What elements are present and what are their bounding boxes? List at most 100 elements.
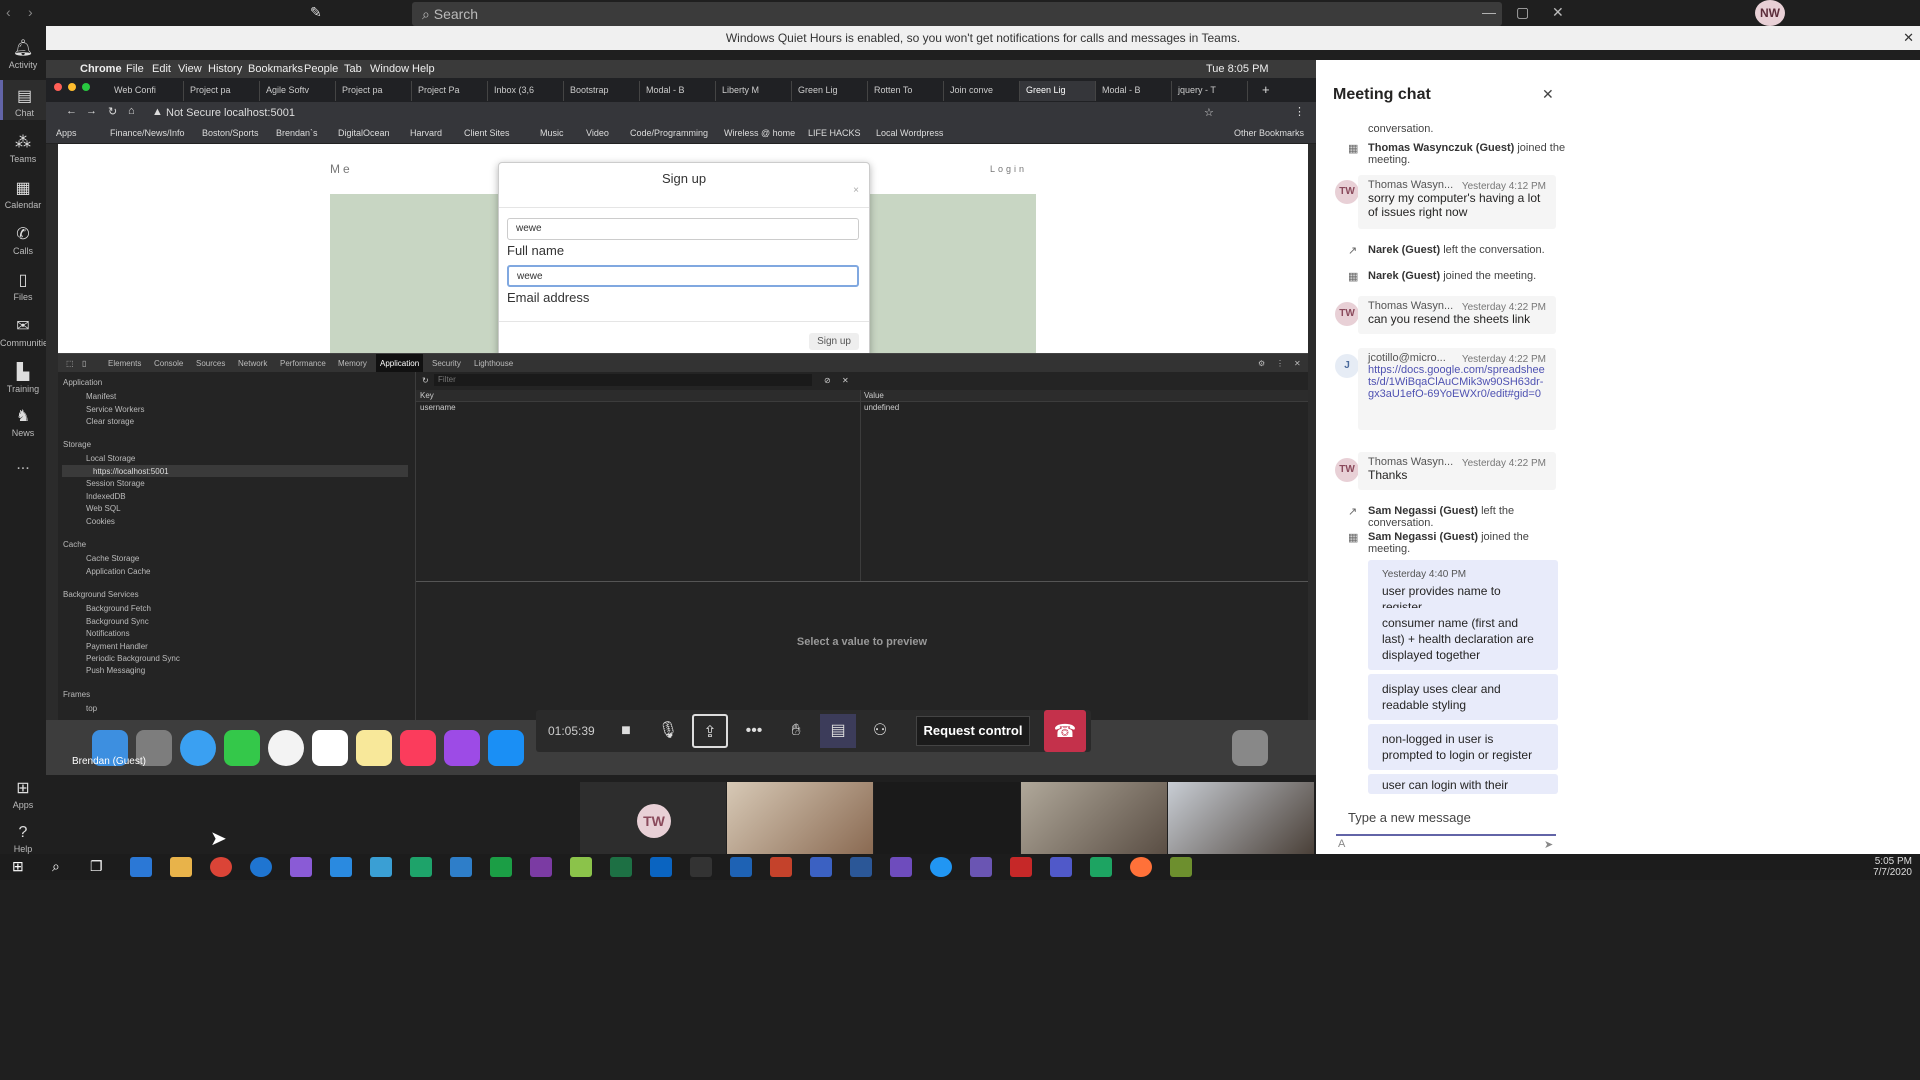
chrome-tab[interactable]: Web Confi bbox=[108, 81, 184, 101]
bookmark-item[interactable]: Code/Programming bbox=[630, 128, 708, 138]
teams-taskbar-icon[interactable] bbox=[1050, 857, 1072, 877]
sidebar-item-top-frame[interactable]: top bbox=[86, 704, 97, 713]
taskbar-app-icon[interactable] bbox=[570, 857, 592, 877]
taskbar-app-icon[interactable] bbox=[130, 857, 152, 877]
rail-apps[interactable]: ⊞ Apps bbox=[0, 778, 46, 810]
home-icon[interactable]: ⌂ bbox=[128, 105, 135, 117]
chrome-tab[interactable]: Project Pa bbox=[412, 81, 488, 101]
refresh-icon[interactable]: ↻ bbox=[422, 376, 429, 385]
sidebar-item-clear-storage[interactable]: Clear storage bbox=[86, 417, 134, 426]
onenote-icon[interactable] bbox=[530, 857, 552, 877]
notes-icon[interactable] bbox=[356, 730, 392, 766]
windows-start-icon[interactable]: ⊞ bbox=[12, 858, 24, 875]
modal-close-button[interactable]: × bbox=[853, 185, 859, 196]
forward-icon[interactable]: → bbox=[86, 105, 97, 117]
share-screen-icon[interactable]: ⇪ bbox=[692, 714, 728, 748]
rail-calendar[interactable]: ▦ Calendar bbox=[0, 178, 46, 210]
bookmark-item[interactable]: Boston/Sports bbox=[202, 128, 259, 138]
site-brand[interactable]: Me bbox=[330, 162, 353, 176]
full-name-input[interactable]: wewe bbox=[507, 265, 859, 287]
sidebar-item-service-workers[interactable]: Service Workers bbox=[86, 405, 145, 414]
rail-files[interactable]: ▯ Files bbox=[0, 270, 46, 302]
calendar-app-icon[interactable] bbox=[312, 730, 348, 766]
task-view-icon[interactable]: ❐ bbox=[90, 858, 103, 875]
forward-arrow-icon[interactable]: › bbox=[28, 4, 33, 20]
clear-all-icon[interactable]: ⊘ bbox=[824, 376, 831, 385]
back-icon[interactable]: ← bbox=[66, 105, 77, 117]
bookmark-star-icon[interactable]: ☆ bbox=[1204, 106, 1214, 119]
new-message-input[interactable]: Type a new message bbox=[1336, 802, 1556, 836]
sidebar-item-payment-handler[interactable]: Payment Handler bbox=[86, 642, 148, 651]
rail-training[interactable]: ▙ Training bbox=[0, 362, 46, 394]
sidebar-item-web-sql[interactable]: Web SQL bbox=[86, 504, 121, 513]
music-icon[interactable] bbox=[400, 730, 436, 766]
sidebar-item-background-sync[interactable]: Background Sync bbox=[86, 617, 149, 626]
edge-icon[interactable] bbox=[250, 857, 272, 877]
rail-help[interactable]: ? Help bbox=[0, 824, 46, 854]
bookmark-item[interactable]: Client Sites bbox=[464, 128, 510, 138]
sidebar-item-notifications[interactable]: Notifications bbox=[86, 629, 130, 638]
devtools-tab-performance[interactable]: Performance bbox=[280, 359, 326, 368]
file-explorer-icon[interactable] bbox=[170, 857, 192, 877]
bookmark-item[interactable]: Music bbox=[540, 128, 564, 138]
user-avatar[interactable]: NW bbox=[1755, 0, 1785, 26]
rail-more-button[interactable]: ... bbox=[0, 456, 46, 474]
chrome-tab[interactable]: jquery - T bbox=[1172, 81, 1248, 101]
chat-toggle-icon[interactable]: ▤ bbox=[820, 714, 856, 748]
chrome-icon[interactable] bbox=[210, 857, 232, 877]
camera-icon[interactable]: ■ bbox=[608, 714, 644, 748]
rail-chat[interactable]: ▤ Chat bbox=[0, 80, 46, 120]
app-store-icon[interactable] bbox=[488, 730, 524, 766]
device-toolbar-icon[interactable]: ▯ bbox=[82, 359, 86, 368]
devtools-settings-icon[interactable]: ⚙ bbox=[1258, 359, 1265, 368]
url-field[interactable]: localhost:5001 bbox=[224, 107, 295, 119]
mac-minimize-dot[interactable] bbox=[68, 83, 76, 91]
powershell-icon[interactable] bbox=[730, 857, 752, 877]
photos-icon[interactable] bbox=[268, 730, 304, 766]
chrome-tab[interactable]: Project pa bbox=[184, 81, 260, 101]
send-icon[interactable]: ➤ bbox=[1544, 838, 1553, 851]
close-icon[interactable]: ✕ bbox=[1552, 4, 1564, 21]
participant-video-3[interactable] bbox=[1021, 782, 1167, 854]
devtools-tab-memory[interactable]: Memory bbox=[338, 359, 367, 368]
bookmark-item[interactable]: Brendan`s bbox=[276, 128, 318, 138]
messages-icon[interactable] bbox=[180, 730, 216, 766]
search-input[interactable]: ⌕ Search bbox=[412, 2, 1502, 26]
compose-icon[interactable]: ✎ bbox=[310, 4, 322, 21]
filter-input[interactable]: Filter bbox=[434, 374, 812, 386]
maximize-icon[interactable]: ▢ bbox=[1516, 4, 1529, 21]
visio-icon[interactable] bbox=[810, 857, 832, 877]
facetime-icon[interactable] bbox=[224, 730, 260, 766]
sidebar-item-background-fetch[interactable]: Background Fetch bbox=[86, 604, 151, 613]
bookmark-item[interactable]: Apps bbox=[56, 128, 77, 138]
sidebar-item-session-storage[interactable]: Session Storage bbox=[86, 479, 145, 488]
sidebar-item-cookies[interactable]: Cookies bbox=[86, 517, 115, 526]
taskbar-app-icon[interactable] bbox=[1170, 857, 1192, 877]
delete-selected-icon[interactable]: ✕ bbox=[842, 376, 849, 385]
outlook-icon[interactable] bbox=[650, 857, 672, 877]
chrome-tab-active[interactable]: Green Lig bbox=[1020, 81, 1096, 101]
chrome-tab[interactable]: Bootstrap bbox=[564, 81, 640, 101]
taskbar-app-icon[interactable] bbox=[930, 857, 952, 877]
raise-hand-icon[interactable]: ✋︎ bbox=[778, 714, 814, 748]
participant-video-1[interactable] bbox=[727, 782, 873, 854]
taskbar-app-icon[interactable] bbox=[450, 857, 472, 877]
taskbar-app-icon[interactable] bbox=[410, 857, 432, 877]
devtools-tab-sources[interactable]: Sources bbox=[196, 359, 225, 368]
sheets-link[interactable]: https://docs.google.com/spreadsheets/d/1… bbox=[1368, 364, 1546, 400]
reload-icon[interactable]: ↻ bbox=[108, 105, 117, 118]
devtools-tab-network[interactable]: Network bbox=[238, 359, 267, 368]
mac-zoom-dot[interactable] bbox=[82, 83, 90, 91]
rail-activity[interactable]: 🔔︎ Activity bbox=[0, 38, 46, 70]
visual-studio-icon[interactable] bbox=[290, 857, 312, 877]
chrome-tab[interactable]: Join conve bbox=[944, 81, 1020, 101]
rail-calls[interactable]: ✆ Calls bbox=[0, 224, 46, 256]
mac-close-dot[interactable] bbox=[54, 83, 62, 91]
sidebar-item-local-storage[interactable]: Local Storage bbox=[86, 454, 135, 463]
more-actions-icon[interactable]: ••• bbox=[736, 714, 772, 748]
hang-up-button[interactable]: ☎ bbox=[1044, 710, 1086, 752]
firefox-icon[interactable] bbox=[1130, 857, 1152, 877]
sidebar-item-application-cache[interactable]: Application Cache bbox=[86, 567, 150, 576]
back-arrow-icon[interactable]: ‹ bbox=[6, 4, 11, 20]
devtools-more-icon[interactable]: ⋮ bbox=[1276, 359, 1284, 368]
